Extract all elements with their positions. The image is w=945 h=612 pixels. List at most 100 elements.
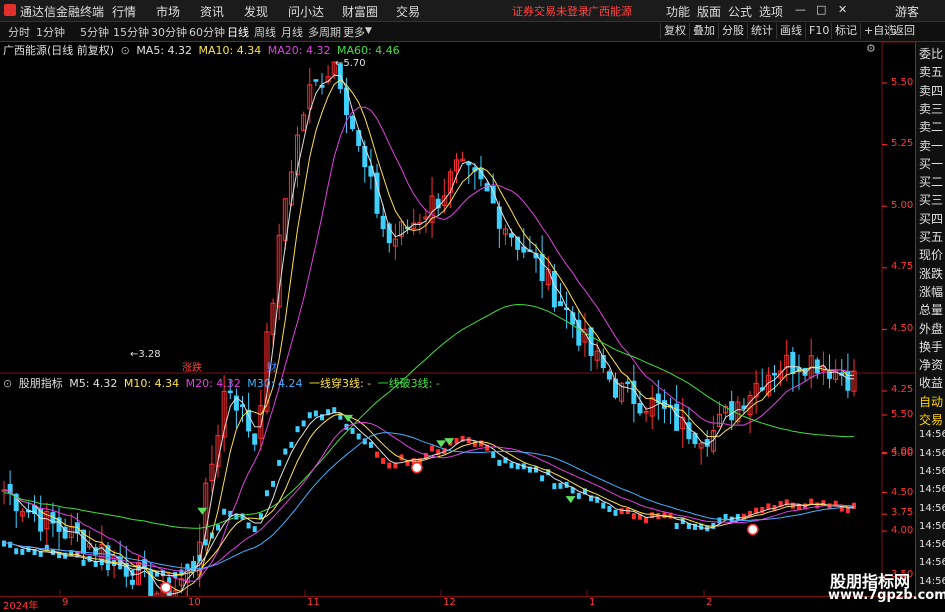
period-tab-daily[interactable]: 日线: [227, 24, 249, 40]
maximize-button[interactable]: □: [816, 3, 826, 16]
indicator-bar: [558, 482, 563, 489]
side-panel-item[interactable]: 14:56: [919, 503, 945, 514]
split-button[interactable]: 分股: [718, 23, 747, 39]
period-tab-5min[interactable]: 5分钟: [80, 24, 109, 40]
y-tick: 5.50: [891, 409, 914, 420]
indicator-bar: [350, 427, 355, 434]
y-tick: 3.75: [891, 507, 914, 518]
x-tick: 12: [443, 597, 456, 608]
indicator-bar: [552, 483, 557, 490]
side-panel-item[interactable]: 买五: [919, 228, 945, 245]
indicator-bar: [14, 548, 19, 555]
minimize-button[interactable]: —: [795, 3, 806, 16]
side-panel-item[interactable]: 涨跌: [919, 265, 945, 282]
settings-icon[interactable]: ⊙: [3, 377, 12, 390]
indicator-bar: [497, 459, 502, 466]
period-tab-60min[interactable]: 60分钟: [189, 24, 225, 40]
indicator-bar: [124, 568, 129, 575]
side-panel-item[interactable]: 14:56: [919, 521, 945, 532]
m20-legend: M20: 4.32: [185, 377, 241, 390]
menu-ask-xiaoda[interactable]: 问小达: [288, 3, 324, 20]
stats-button[interactable]: 统计: [747, 23, 776, 39]
side-panel-item[interactable]: 现价: [919, 246, 945, 263]
side-panel-item[interactable]: 卖四: [919, 82, 945, 99]
side-panel-item[interactable]: 外盘: [919, 320, 945, 337]
side-panel-item[interactable]: 卖二: [919, 118, 945, 135]
indicator-bar: [81, 559, 86, 566]
close-button[interactable]: ✕: [838, 3, 847, 16]
indicator-bar: [222, 508, 227, 515]
side-panel-item[interactable]: 14:56: [919, 539, 945, 550]
period-tab-multi[interactable]: 多周期: [308, 24, 341, 40]
period-tab-weekly[interactable]: 周线: [254, 24, 276, 40]
side-panel-item[interactable]: 买二: [919, 173, 945, 190]
indicator-bar: [576, 492, 581, 499]
side-panel-item[interactable]: 14:56: [919, 557, 945, 568]
menu-options[interactable]: 选项: [759, 3, 783, 20]
period-tab-15min[interactable]: 15分钟: [113, 24, 149, 40]
adjust-button[interactable]: 复权: [660, 23, 689, 39]
indicator-bar: [105, 564, 110, 571]
menu-market[interactable]: 市场: [156, 3, 180, 20]
x-tick: 9: [62, 597, 69, 608]
period-tab-more[interactable]: 更多: [343, 24, 365, 40]
candle-body: [606, 371, 612, 380]
menu-layout[interactable]: 版面: [697, 3, 721, 20]
side-panel-item[interactable]: 14:56: [919, 448, 945, 459]
indicator-bar: [313, 410, 318, 417]
side-panel-item[interactable]: 总量: [919, 301, 945, 318]
side-panel-item[interactable]: 14:56: [919, 429, 945, 440]
indicator-bar: [216, 524, 221, 531]
side-panel-item[interactable]: 14:56: [919, 466, 945, 477]
menu-discover[interactable]: 发现: [244, 3, 268, 20]
menu-formula[interactable]: 公式: [728, 3, 752, 20]
y-tick: 4.50: [891, 323, 914, 334]
m30-legend: M30: 4.24: [247, 377, 303, 390]
kline-chart-canvas[interactable]: [0, 42, 915, 597]
title-bar: 通达信金融终端 行情 市场 资讯 发现 问小达 财富圈 交易 证券交易未登录 广…: [0, 0, 945, 22]
side-panel-item[interactable]: 卖一: [919, 137, 945, 154]
mark-button[interactable]: 标记: [831, 23, 860, 39]
chevron-down-icon[interactable]: ▼: [365, 26, 372, 36]
period-tab-1min[interactable]: 1分钟: [36, 24, 65, 40]
candle-body: [509, 233, 515, 238]
menu-trade[interactable]: 交易: [396, 3, 420, 20]
side-panel-item[interactable]: 换手: [919, 338, 945, 355]
overlay-button[interactable]: 叠加: [689, 23, 718, 39]
indicator-bar: [368, 441, 373, 448]
menu-news[interactable]: 资讯: [200, 3, 224, 20]
menu-function[interactable]: 功能: [666, 3, 690, 20]
side-panel-item[interactable]: 买三: [919, 191, 945, 208]
side-panel-item[interactable]: 14:56: [919, 484, 945, 495]
side-panel-item[interactable]: 买一: [919, 155, 945, 172]
indicator-bar: [295, 426, 300, 433]
period-tab-monthly[interactable]: 月线: [281, 24, 303, 40]
side-panel-item[interactable]: 净资: [919, 356, 945, 373]
side-panel-item[interactable]: 交易: [919, 411, 945, 428]
side-panel-item[interactable]: 涨幅: [919, 283, 945, 300]
event-tag-change[interactable]: 涨跌: [182, 359, 202, 374]
side-panel-item[interactable]: 卖五: [919, 63, 945, 80]
back-button[interactable]: 返回: [889, 23, 918, 39]
side-panel-item[interactable]: 委比: [919, 45, 945, 62]
login-warning[interactable]: 证券交易未登录: [512, 3, 589, 19]
menu-market-quote[interactable]: 行情: [112, 3, 136, 20]
side-panel-item[interactable]: 买四: [919, 210, 945, 227]
period-tab-30min[interactable]: 30分钟: [151, 24, 187, 40]
user-guest[interactable]: 游客: [895, 3, 919, 20]
m10-line: [3, 413, 855, 576]
f10-button[interactable]: F10: [805, 23, 832, 39]
indicator-bar: [631, 513, 636, 520]
indicator-bar: [430, 445, 435, 452]
side-panel-item[interactable]: 卖三: [919, 100, 945, 117]
draw-line-button[interactable]: 画线: [776, 23, 805, 39]
side-panel-item[interactable]: 收益: [919, 374, 945, 391]
event-tag-finance[interactable]: 财: [267, 359, 277, 374]
period-tab-intraday[interactable]: 分时: [8, 24, 30, 40]
indicator-bar: [356, 433, 361, 440]
indicator-bar: [491, 451, 496, 458]
side-panel-item[interactable]: 自动: [919, 393, 945, 410]
y-tick: 4.50: [891, 487, 914, 498]
m30-line: [3, 432, 855, 570]
menu-wealth-circle[interactable]: 财富圈: [342, 3, 378, 20]
